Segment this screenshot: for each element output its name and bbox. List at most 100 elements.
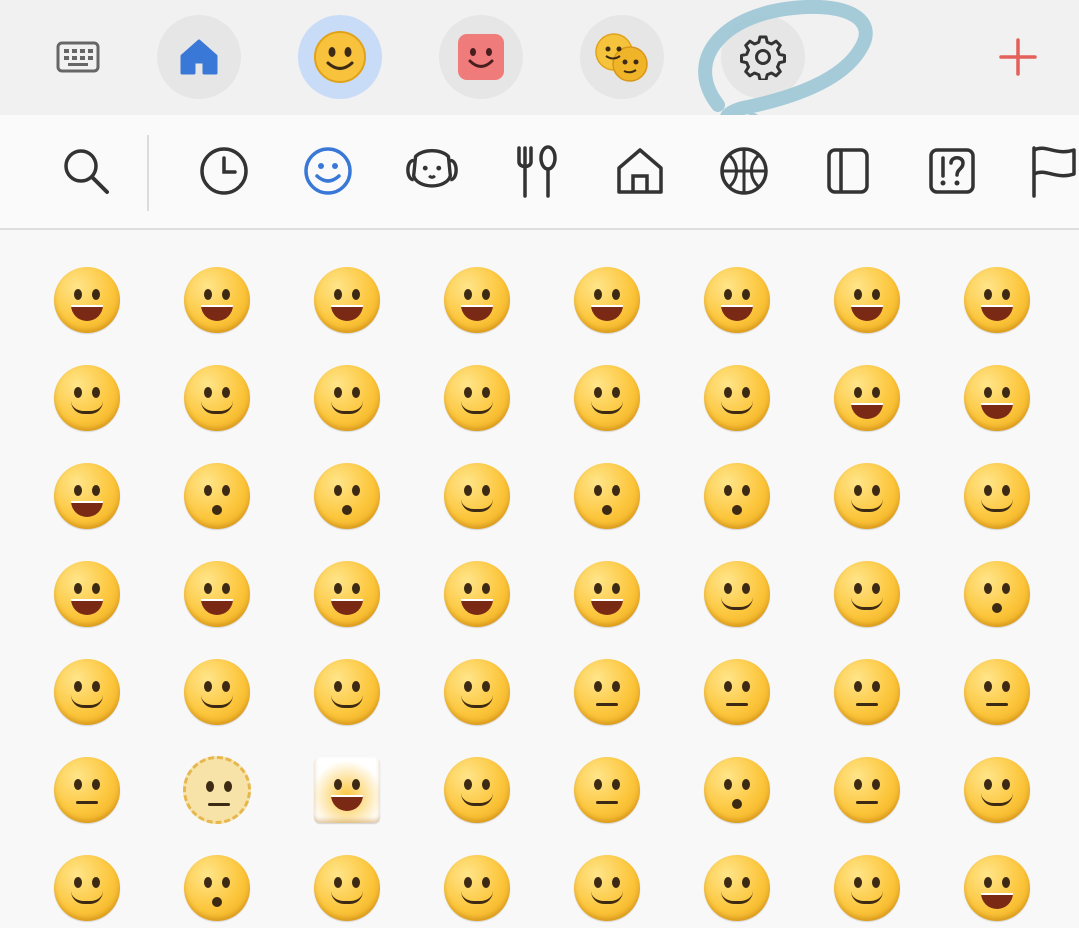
face-without-mouth-emoji[interactable] [47,750,127,830]
lying-face-emoji[interactable] [47,848,127,928]
face-in-clouds-emoji[interactable] [307,750,387,830]
smirking-face-emoji[interactable] [437,750,517,830]
keyboard-button[interactable] [36,15,120,99]
activity-icon [720,147,768,195]
sleepy-face-emoji[interactable] [567,848,647,928]
add-button[interactable] [976,15,1060,99]
raised-eyebrow-face-icon [704,659,770,725]
zipper-mouth-face-emoji[interactable] [567,652,647,732]
neutral-face-icon [834,659,900,725]
smiling-face-smiling-eyes-emoji[interactable] [567,358,647,438]
kissing-face-smiling-eyes-emoji[interactable] [697,456,777,536]
smiling-face-halo-emoji[interactable] [697,358,777,438]
objects-icon [827,148,869,194]
face-in-clouds-icon [314,757,380,823]
face-savoring-food-emoji[interactable] [957,456,1037,536]
star-struck-emoji[interactable] [47,456,127,536]
face-with-mask-icon [964,855,1030,921]
upside-down-face-emoji[interactable] [177,358,257,438]
face-exhaling-icon [964,757,1030,823]
face-rolling-eyes-emoji[interactable] [697,750,777,830]
grinning-face-sweat-emoji[interactable] [697,260,777,340]
category-flags[interactable] [1028,143,1079,199]
emoji-tab-button[interactable] [298,15,382,99]
grinning-face-emoji[interactable] [47,260,127,340]
category-recent[interactable] [196,143,252,199]
settings-button[interactable] [721,15,805,99]
category-activity[interactable] [716,143,772,199]
category-food[interactable] [508,143,564,199]
category-travel[interactable] [612,143,668,199]
beaming-face-emoji[interactable] [437,260,517,340]
face-blowing-kiss-icon [184,463,250,529]
heart-eyes-emoji[interactable] [957,358,1037,438]
smiling-face-tear-emoji[interactable] [827,456,907,536]
face-peeking-eye-emoji[interactable] [47,652,127,732]
rolling-on-floor-laughing-icon [834,267,900,333]
winking-face-tongue-emoji[interactable] [177,554,257,634]
face-peeking-eye-icon [54,659,120,725]
saluting-face-emoji[interactable] [437,652,517,732]
rolling-on-floor-laughing-emoji[interactable] [827,260,907,340]
slightly-smiling-face-emoji[interactable] [47,358,127,438]
unamused-face-emoji[interactable] [567,750,647,830]
sleeping-face-emoji[interactable] [827,848,907,928]
smiling-face-emoji[interactable] [437,456,517,536]
winking-face-tongue-icon [184,561,250,627]
kissing-face-emoji[interactable] [307,456,387,536]
grinning-face-big-eyes-icon [184,267,250,333]
upside-down-face-icon [184,365,250,431]
recent-icon [200,147,248,195]
melting-face-emoji[interactable] [307,358,387,438]
face-hand-over-mouth-emoji[interactable] [827,554,907,634]
drooling-face-icon [704,855,770,921]
shushing-face-emoji[interactable] [177,652,257,732]
face-with-tongue-emoji[interactable] [47,554,127,634]
smiling-face-hearts-emoji[interactable] [827,358,907,438]
heart-eyes-icon [964,365,1030,431]
money-mouth-face-emoji[interactable] [567,554,647,634]
zany-face-emoji[interactable] [307,554,387,634]
thinking-face-emoji[interactable] [307,652,387,732]
sticker-button[interactable] [439,15,523,99]
neutral-face-emoji[interactable] [827,652,907,732]
pensive-face-icon [444,855,510,921]
relieved-face-icon [314,855,380,921]
dotted-line-face-emoji[interactable] [177,750,257,830]
grimacing-face-emoji[interactable] [827,750,907,830]
money-mouth-face-icon [574,561,640,627]
category-symbols[interactable] [924,143,980,199]
ar-emoji-button[interactable] [580,15,664,99]
home-icon [180,39,218,75]
gear-icon [740,35,786,80]
grinning-squinting-face-emoji[interactable] [567,260,647,340]
home-button[interactable] [157,15,241,99]
hugging-face-icon [704,561,770,627]
grinning-face-big-eyes-emoji[interactable] [177,260,257,340]
category-smileys[interactable] [300,143,356,199]
pensive-face-emoji[interactable] [437,848,517,928]
face-with-mask-emoji[interactable] [957,848,1037,928]
flags-icon [1032,146,1076,198]
travel-icon [617,148,663,194]
category-objects[interactable] [820,143,876,199]
bitmoji-icon [595,33,648,82]
search-button[interactable] [58,143,114,199]
winking-face-emoji[interactable] [437,358,517,438]
saluting-face-icon [444,659,510,725]
expressionless-face-emoji[interactable] [957,652,1037,732]
hugging-face-emoji[interactable] [697,554,777,634]
face-open-eyes-hand-over-mouth-emoji[interactable] [957,554,1037,634]
kissing-face-closed-eyes-emoji[interactable] [567,456,647,536]
face-exhaling-emoji[interactable] [957,750,1037,830]
face-blowing-kiss-emoji[interactable] [177,456,257,536]
raised-eyebrow-face-emoji[interactable] [697,652,777,732]
category-animals[interactable] [404,143,460,199]
shaking-face-emoji[interactable] [177,848,257,928]
face-tears-of-joy-emoji[interactable] [957,260,1037,340]
grinning-face-smiling-eyes-emoji[interactable] [307,260,387,340]
squinting-face-tongue-emoji[interactable] [437,554,517,634]
drooling-face-emoji[interactable] [697,848,777,928]
relieved-face-emoji[interactable] [307,848,387,928]
sleepy-face-icon [574,855,640,921]
